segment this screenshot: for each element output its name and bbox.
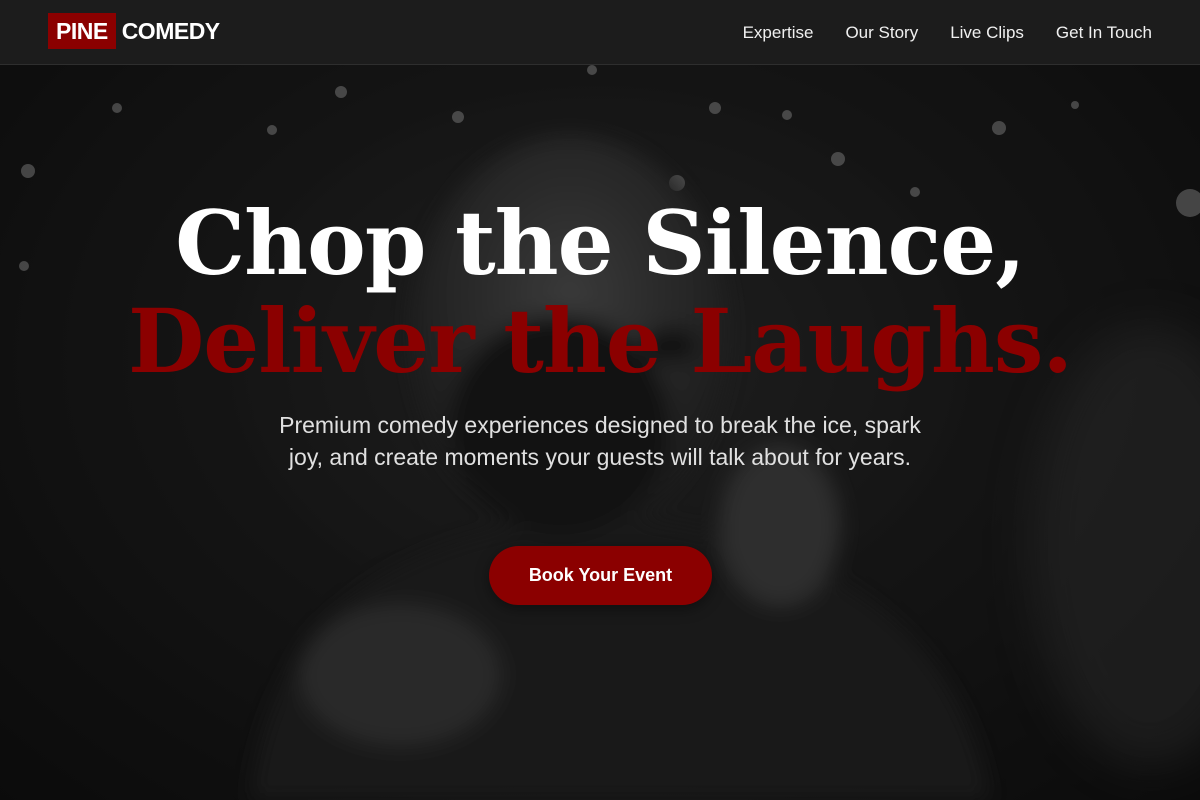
nav-item: Our Story xyxy=(845,23,918,43)
logo[interactable]: PINE COMEDY xyxy=(48,13,220,49)
nav-links: Expertise Our Story Live Clips Get In To… xyxy=(743,0,1152,65)
logo-box: PINE xyxy=(48,13,116,49)
nav-item: Live Clips xyxy=(950,23,1024,43)
hero-section: Chop the Silence, Deliver the Laughs. Pr… xyxy=(0,65,1200,800)
nav-item: Get In Touch xyxy=(1056,23,1152,43)
nav-link-get-in-touch[interactable]: Get In Touch xyxy=(1056,23,1152,42)
nav-item: Expertise xyxy=(743,23,814,43)
hero-content: Chop the Silence, Deliver the Laughs. Pr… xyxy=(0,65,1200,800)
page: PINE COMEDY Expertise Our Story Live Cli… xyxy=(0,0,1200,800)
navbar: PINE COMEDY Expertise Our Story Live Cli… xyxy=(0,0,1200,65)
book-event-button[interactable]: Book Your Event xyxy=(489,546,712,605)
nav-link-expertise[interactable]: Expertise xyxy=(743,23,814,42)
nav-link-our-story[interactable]: Our Story xyxy=(845,23,918,42)
nav-link-live-clips[interactable]: Live Clips xyxy=(950,23,1024,42)
hero-subtitle: Premium comedy experiences designed to b… xyxy=(279,412,921,470)
logo-wordmark: COMEDY xyxy=(121,17,220,44)
hero-headline-line-1: Chop the Silence, xyxy=(175,191,1026,295)
hero-headline-line-2: Deliver the Laughs. xyxy=(127,289,1073,393)
